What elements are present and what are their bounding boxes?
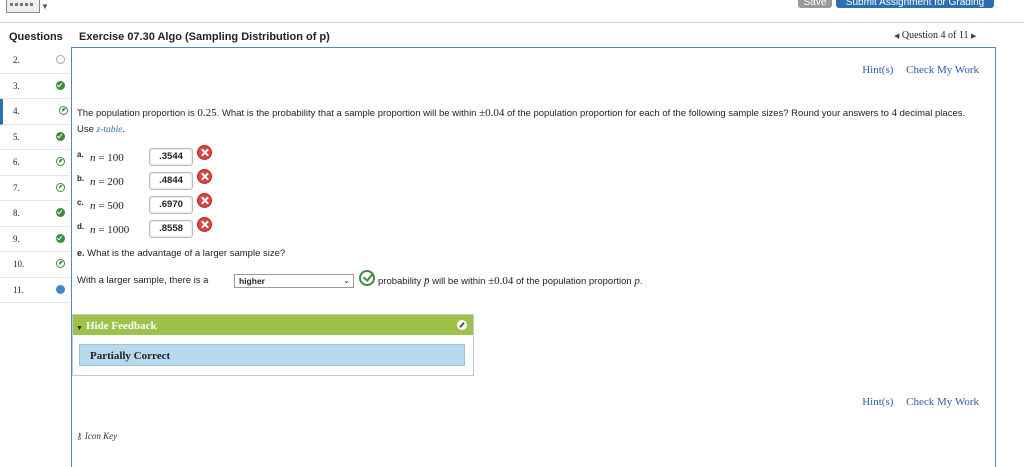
question-navigator: ◀ Question 4 of 11 ▶ (894, 28, 976, 44)
sidebar-question-item[interactable]: 7. (0, 176, 70, 201)
top-toolbar: ▼ Save Submit Assignment for Grading (0, 0, 1024, 23)
question-number: 8. (13, 208, 20, 218)
question-number: 6. (13, 157, 20, 167)
question-number: 7. (13, 182, 20, 193)
answer-input[interactable]: .6970 (149, 196, 193, 214)
x-circle-icon (197, 169, 212, 184)
question-number: 2. (13, 55, 20, 65)
feedback-result: Partially Correct (79, 344, 465, 366)
check-my-work-link[interactable]: Check My Work (906, 396, 979, 408)
part-label: c. (77, 198, 84, 207)
status-current-icon (56, 284, 65, 294)
part-e-suffix: probability p̄ will be within ±0.04 of t… (378, 275, 643, 287)
x-circle-icon (197, 217, 212, 232)
sidebar-question-item[interactable]: 6. (0, 150, 70, 176)
x-circle-icon (197, 193, 212, 208)
sample-size: n = 200 (90, 176, 124, 188)
x-circle-icon (197, 145, 212, 160)
question-number: 10. (13, 259, 25, 269)
sidebar-question-item[interactable]: 2. (0, 48, 70, 74)
sidebar-question-item[interactable]: 5. (0, 125, 70, 150)
question-number: 5. (13, 131, 20, 142)
sidebar-question-item[interactable]: 10. (0, 252, 70, 278)
question-number: 9. (13, 233, 20, 244)
next-question-icon[interactable]: ▶ (971, 32, 976, 40)
question-sidebar: 2. 3. 4. 5. 6. 7. 8. 9. 10. 11. (0, 48, 70, 303)
help-links-top: Hint(s) Check My Work (852, 64, 979, 76)
key-icon: ⚷ (76, 431, 83, 441)
question-text: The population proportion is 0.25. What … (77, 107, 966, 135)
sidebar-question-item[interactable]: 4. (0, 99, 70, 125)
pencil-icon[interactable] (457, 320, 467, 330)
hide-feedback-toggle[interactable]: ▼ Hide Feedback (73, 315, 473, 335)
question-number: 4. (13, 106, 20, 116)
help-links-bottom: Hint(s) Check My Work (852, 396, 979, 408)
status-check-icon (56, 131, 65, 141)
answer-input[interactable]: .3544 (149, 148, 193, 166)
sidebar-question-item[interactable]: 9. (0, 227, 70, 252)
advantage-select[interactable]: higher ⌄ (234, 274, 354, 288)
prev-question-icon[interactable]: ◀ (894, 32, 899, 40)
question-number: 11. (13, 284, 24, 295)
question-number: 3. (13, 80, 20, 91)
sample-size: n = 1000 (90, 224, 130, 236)
question-counter: Question 4 of 11 (901, 30, 969, 41)
hint-link[interactable]: Hint(s) (862, 396, 893, 408)
part-label: d. (77, 222, 85, 231)
questions-header: Questions (9, 31, 63, 43)
status-partial-icon (56, 259, 65, 268)
status-partial-icon (56, 182, 65, 192)
check-circle-icon (359, 270, 375, 286)
check-my-work-link[interactable]: Check My Work (906, 64, 979, 76)
status-check-icon (56, 208, 65, 217)
sample-size: n = 500 (90, 200, 124, 212)
icon-key[interactable]: ⚷ Icon Key (76, 431, 117, 442)
submit-assignment-button[interactable]: Submit Assignment for Grading (836, 0, 994, 8)
save-button[interactable]: Save (798, 0, 832, 8)
part-label: b. (77, 174, 85, 183)
status-partial-icon (59, 106, 68, 115)
status-check-icon (56, 80, 65, 90)
part-e-prefix: With a larger sample, there is a (77, 275, 209, 286)
keyboard-icon[interactable] (6, 0, 40, 13)
z-table-link[interactable]: z-table (97, 124, 123, 135)
status-partial-icon (56, 157, 65, 166)
sidebar-question-item[interactable]: 11. (0, 278, 70, 303)
feedback-panel: ▼ Hide Feedback Partially Correct (72, 314, 474, 376)
chevron-down-icon[interactable]: ▼ (41, 2, 49, 11)
status-empty-icon (56, 55, 65, 64)
answer-input[interactable]: .4844 (149, 172, 193, 190)
part-e-question: e. What is the advantage of a larger sam… (77, 248, 286, 259)
sidebar-question-item[interactable]: 3. (0, 74, 70, 99)
exercise-title: Exercise 07.30 Algo (Sampling Distributi… (79, 31, 330, 43)
status-check-icon (56, 233, 65, 243)
answer-input[interactable]: .8558 (149, 220, 193, 238)
question-panel: Hint(s) Check My Work The population pro… (71, 47, 996, 467)
sample-size: n = 100 (90, 152, 124, 164)
triangle-down-icon: ▼ (76, 324, 83, 332)
sidebar-question-item[interactable]: 8. (0, 201, 70, 227)
part-label: a. (77, 150, 84, 159)
chevron-down-icon: ⌄ (343, 276, 350, 285)
hint-link[interactable]: Hint(s) (862, 64, 893, 76)
